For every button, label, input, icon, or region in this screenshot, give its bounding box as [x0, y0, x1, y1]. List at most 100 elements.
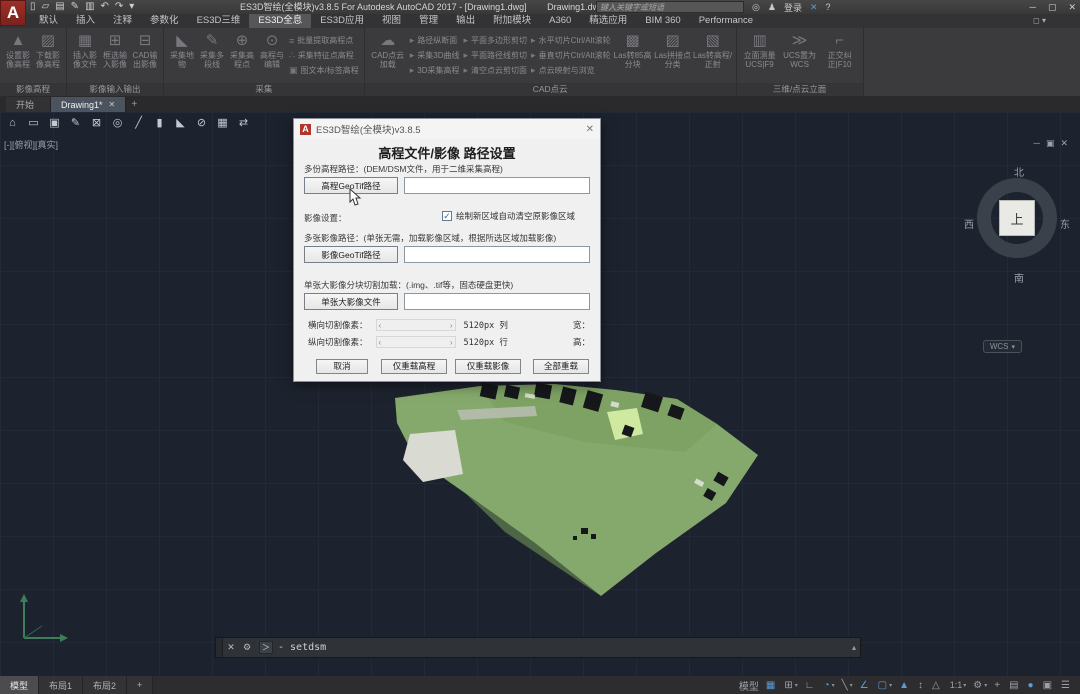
region-icon[interactable]: ⊠: [88, 114, 105, 131]
snap-icon[interactable]: ⊞ ▾: [784, 680, 797, 691]
cad-pointcloud-load[interactable]: ☁ CAD点云加载: [368, 30, 408, 69]
save-icon[interactable]: ▤: [55, 0, 64, 14]
collect-3d-curve[interactable]: ▸ 采集3D曲线: [410, 48, 460, 63]
home-icon[interactable]: ⌂: [4, 114, 21, 131]
layout-tab[interactable]: 布局1: [39, 676, 84, 694]
ribbon-tab[interactable]: ES3D三维: [188, 14, 250, 28]
customize-icon[interactable]: ☰: [1061, 680, 1072, 691]
viewcube-east[interactable]: 东: [1060, 216, 1070, 231]
elevation-edit[interactable]: ⊙ 高程与编辑: [257, 30, 287, 69]
vp-restore-button[interactable]: ▣: [1046, 138, 1061, 148]
command-tools-icon[interactable]: ⚙: [239, 642, 255, 653]
command-line[interactable]: ✕ ⚙ ＞ - setdsm ▴: [215, 637, 861, 658]
slider-left-arrow-icon[interactable]: ‹: [379, 321, 382, 330]
las-to-85-block[interactable]: ▩ Las转85高分块: [613, 30, 653, 69]
las-to-ortho[interactable]: ▧ Las转高程/正射: [693, 30, 733, 69]
vertical-slice[interactable]: ▸ 垂直切片Ctrl/Alt滚轮: [531, 48, 611, 63]
view-cube[interactable]: 北 南 西 东 上 WCS ▾: [964, 164, 1070, 353]
pointcloud-browse[interactable]: ▸ 点云映射与浏览: [531, 63, 611, 78]
slider-right-arrow-icon[interactable]: ›: [450, 321, 453, 330]
ribbon-tab[interactable]: ES3D应用: [311, 14, 373, 28]
insert-image-file[interactable]: ▦ 插入影像文件: [70, 30, 100, 69]
large-image-file-button[interactable]: 单张大影像文件: [304, 293, 398, 310]
open-icon[interactable]: ▱: [42, 0, 50, 14]
vp-close-button[interactable]: ✕: [1060, 138, 1074, 148]
grid-icon[interactable]: ▦: [766, 680, 777, 691]
quick-properties-icon[interactable]: ▤: [1009, 680, 1020, 691]
collect-feature[interactable]: ◣ 采集地物: [167, 30, 197, 69]
zoom-icon[interactable]: ◎: [109, 114, 126, 131]
workspace-gear-icon[interactable]: ⚙ ▾: [973, 680, 987, 691]
command-grip[interactable]: [216, 638, 223, 657]
ribbon-tab[interactable]: 输出: [447, 14, 484, 28]
graphics-performance-icon[interactable]: ●: [1028, 680, 1036, 691]
ribbon-tab[interactable]: 参数化: [141, 14, 188, 28]
ribbon-tab[interactable]: ES3D全息: [249, 14, 312, 28]
clear-pointcloud-clip[interactable]: ▸ 清空点云剪切面: [464, 63, 528, 78]
save-as-icon[interactable]: ✎: [71, 0, 79, 14]
ribbon-tab[interactable]: 精选应用: [580, 14, 636, 28]
command-close-icon[interactable]: ✕: [223, 642, 239, 653]
pan-icon[interactable]: ▭: [25, 114, 42, 131]
ribbon-tab[interactable]: Performance: [690, 14, 762, 28]
horizontal-cut-slider[interactable]: ‹ ›: [375, 319, 456, 331]
viewcube-north[interactable]: 北: [1014, 164, 1024, 179]
ellipse-icon[interactable]: ⊘: [193, 114, 210, 131]
image-path-input[interactable]: [404, 246, 590, 263]
plane-path-clip[interactable]: ▸ 平面路径线剪切: [464, 48, 528, 63]
layout-tab[interactable]: +: [127, 676, 154, 694]
text-label-elevation[interactable]: ▣ 图文本/标签高程: [289, 63, 359, 78]
layout-tab[interactable]: 模型: [0, 676, 40, 694]
download-image-elevation[interactable]: ▨ 下载影像高程: [33, 30, 63, 69]
measure-icon[interactable]: ◣: [172, 114, 189, 131]
annotation-scale-value[interactable]: 1:1 ▾: [949, 680, 967, 690]
line-icon[interactable]: ╱: [130, 114, 147, 131]
search-input[interactable]: 键入关键字或短语: [596, 1, 744, 13]
ribbon-tab[interactable]: 视图: [373, 14, 410, 28]
dialog-close-icon[interactable]: ✕: [586, 124, 594, 135]
hatch-icon[interactable]: ✎: [67, 114, 84, 131]
ribbon-tab[interactable]: 管理: [410, 14, 447, 28]
layout-tab[interactable]: 布局2: [83, 676, 128, 694]
box-input-image[interactable]: ⊞ 框选输入影像: [100, 30, 130, 69]
osnap-tracking-icon[interactable]: ∠: [860, 680, 871, 691]
annotation-visibility-icon[interactable]: ▲: [899, 680, 911, 691]
reload-all-button[interactable]: 全部重载: [533, 359, 589, 374]
column-icon[interactable]: ▮: [151, 114, 168, 131]
ortho-correct[interactable]: ⌐ 正交纠正|F10: [820, 30, 860, 69]
plot-icon[interactable]: ▥: [85, 0, 94, 14]
wcs-dropdown[interactable]: WCS ▾: [982, 340, 1022, 353]
las-merge-classify[interactable]: ▨ Las拼接点分类: [653, 30, 693, 69]
reload-elevation-button[interactable]: 仅重载高程: [381, 359, 447, 374]
viewcube-top-face[interactable]: 上: [999, 200, 1035, 236]
file-tab[interactable]: Drawing1* ✕: [51, 97, 127, 112]
help-icon[interactable]: ?: [826, 2, 831, 12]
annotation-scale-icon[interactable]: △: [932, 680, 942, 691]
sign-in-button[interactable]: 登录: [784, 1, 802, 14]
dialog-title-bar[interactable]: A ES3D智绘(全模块)v3.8.5 ✕: [294, 119, 600, 139]
annotation-autoscale-icon[interactable]: ↕: [918, 680, 925, 691]
sheet-icon[interactable]: ⇄: [235, 114, 252, 131]
model-space-label[interactable]: 模型: [739, 678, 759, 693]
viewport-controls[interactable]: [-][俯视][真实]: [4, 138, 58, 151]
new-icon[interactable]: ▯: [30, 0, 36, 14]
osnap-icon[interactable]: ▢ ▾: [878, 680, 892, 691]
vp-minimize-button[interactable]: ─: [1034, 138, 1046, 148]
vertical-cut-slider[interactable]: ‹ ›: [375, 336, 456, 348]
qat-dropdown-icon[interactable]: ▾: [129, 0, 134, 14]
clear-region-checkbox[interactable]: ✓: [442, 211, 452, 221]
viewcube-west[interactable]: 西: [964, 216, 974, 231]
new-tab-button[interactable]: +: [126, 97, 142, 112]
window-close-button[interactable]: ✕: [1068, 2, 1076, 13]
ribbon-tab[interactable]: 附加模块: [484, 14, 540, 28]
path-profile[interactable]: ▸ 路径纵断面: [410, 33, 460, 48]
window-maximize-button[interactable]: ▢: [1048, 2, 1057, 13]
large-image-input[interactable]: [404, 293, 590, 310]
cad-output-image[interactable]: ⊟ CAD输出影像: [130, 30, 160, 69]
elevation-path-input[interactable]: [404, 177, 590, 194]
collect-3d-elevation[interactable]: ▸ 3D采集高程: [410, 63, 460, 78]
undo-icon[interactable]: ↶: [101, 0, 109, 14]
polar-tracking-icon[interactable]: ◔ ▾: [824, 680, 835, 691]
ribbon-display-toggle[interactable]: ◻ ▾: [1033, 14, 1046, 28]
autocad-logo[interactable]: A: [0, 0, 26, 26]
